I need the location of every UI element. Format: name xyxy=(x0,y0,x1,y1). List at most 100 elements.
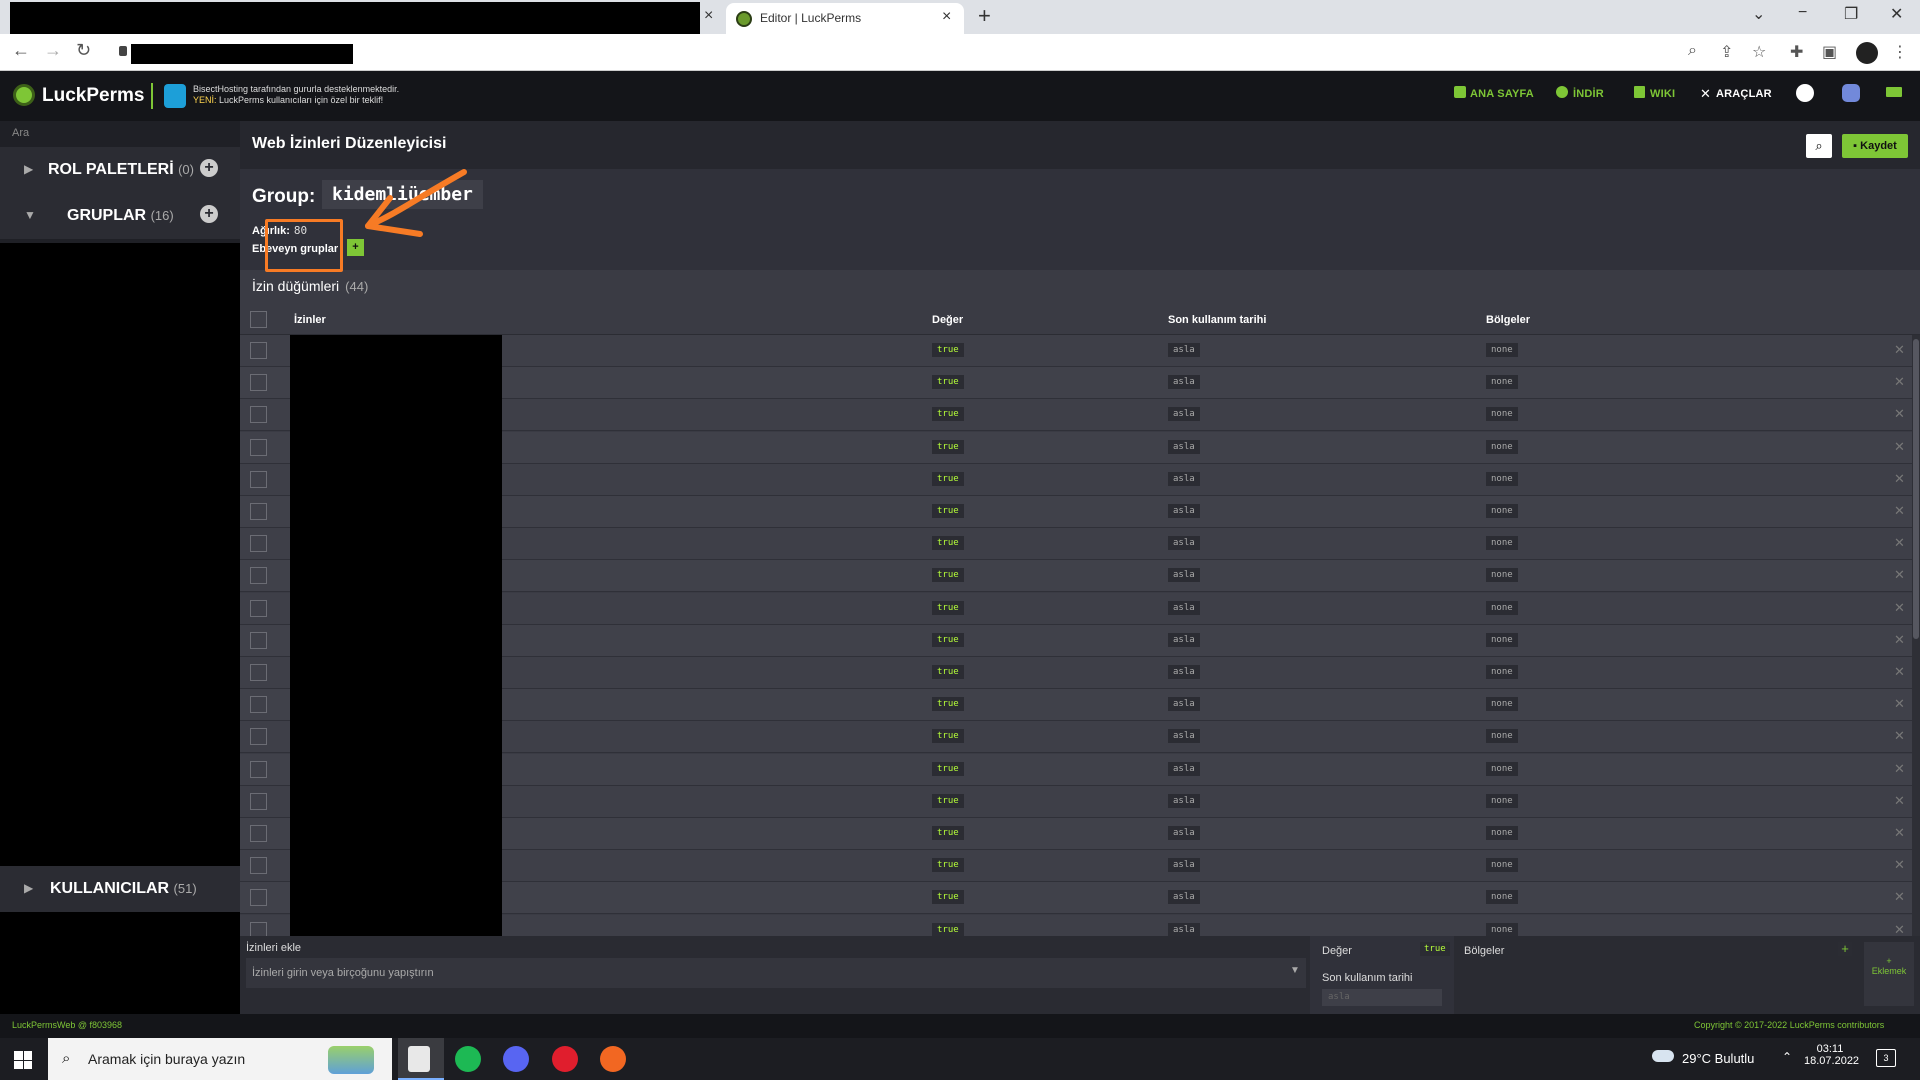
search-button[interactable]: ⌕ xyxy=(1806,134,1832,158)
row-value[interactable]: true xyxy=(932,375,964,390)
chevron-down-icon[interactable]: ▼ xyxy=(1290,965,1300,976)
row-value[interactable]: true xyxy=(932,826,964,840)
row-contexts[interactable]: none xyxy=(1486,568,1518,583)
value-toggle[interactable]: true xyxy=(1420,942,1450,956)
row-contexts[interactable]: none xyxy=(1486,407,1518,422)
row-contexts[interactable]: none xyxy=(1486,375,1518,390)
delete-row-icon[interactable]: ✕ xyxy=(1894,664,1905,680)
row-contexts[interactable]: none xyxy=(1486,793,1518,808)
row-last-used[interactable]: asla xyxy=(1168,665,1200,679)
delete-row-icon[interactable]: ✕ xyxy=(1894,471,1905,487)
row-contexts[interactable]: none xyxy=(1486,922,1518,936)
nav-download[interactable]: İNDİR xyxy=(1573,88,1604,100)
language-icon[interactable] xyxy=(1886,87,1902,97)
row-value[interactable]: true xyxy=(932,793,964,808)
new-tab-button[interactable]: + xyxy=(978,3,991,29)
delete-row-icon[interactable]: ✕ xyxy=(1894,535,1905,551)
row-last-used[interactable]: asla xyxy=(1168,793,1200,808)
add-palette-icon[interactable]: + xyxy=(200,159,218,177)
row-checkbox[interactable] xyxy=(250,760,267,778)
opera-icon[interactable] xyxy=(552,1046,578,1072)
row-value[interactable]: true xyxy=(932,504,964,518)
sidebar-section-users[interactable]: ▶ KULLANICILAR (51) xyxy=(0,866,240,912)
row-contexts[interactable]: none xyxy=(1486,600,1518,615)
row-contexts[interactable]: none xyxy=(1486,890,1518,905)
row-contexts[interactable]: none xyxy=(1486,858,1518,873)
row-checkbox[interactable] xyxy=(250,406,267,424)
menu-icon[interactable]: ⋮ xyxy=(1892,42,1908,62)
row-value[interactable]: true xyxy=(932,632,964,647)
column-contexts[interactable]: Bölgeler xyxy=(1486,314,1530,326)
delete-row-icon[interactable]: ✕ xyxy=(1894,857,1905,873)
discord-icon[interactable] xyxy=(1842,84,1860,102)
taskbar-search[interactable]: ⌕ Aramak için buraya yazın xyxy=(48,1038,392,1080)
discord-app-icon[interactable] xyxy=(503,1046,529,1072)
row-last-used[interactable]: asla xyxy=(1168,890,1200,905)
sidebar-search-input[interactable]: Ara xyxy=(12,127,29,139)
row-checkbox[interactable] xyxy=(250,599,267,617)
back-icon[interactable]: ← xyxy=(12,40,30,61)
spotify-icon[interactable] xyxy=(455,1046,481,1072)
row-contexts[interactable]: none xyxy=(1486,697,1518,712)
row-checkbox[interactable] xyxy=(250,503,267,520)
delete-row-icon[interactable]: ✕ xyxy=(1894,728,1905,744)
row-value[interactable]: true xyxy=(932,439,964,454)
bookmark-star-icon[interactable]: ☆ xyxy=(1752,42,1766,62)
row-last-used[interactable]: asla xyxy=(1168,343,1200,357)
row-value[interactable]: true xyxy=(932,471,964,486)
row-value[interactable]: true xyxy=(932,697,964,712)
row-checkbox[interactable] xyxy=(250,664,267,681)
tray-chevron-icon[interactable]: ⌃ xyxy=(1782,1050,1792,1064)
row-contexts[interactable]: none xyxy=(1486,665,1518,679)
nav-tools[interactable]: ARAÇLAR xyxy=(1716,88,1772,100)
row-contexts[interactable]: none xyxy=(1486,761,1518,776)
row-value[interactable]: true xyxy=(932,729,964,744)
last-used-input[interactable]: asla xyxy=(1322,989,1442,1006)
add-group-icon[interactable]: + xyxy=(200,205,218,223)
row-checkbox[interactable] xyxy=(250,792,267,810)
sidebar-section-groups[interactable]: ▼ GRUPLAR (16) + xyxy=(0,193,240,239)
row-checkbox[interactable] xyxy=(250,567,267,585)
luckperms-logo-icon[interactable] xyxy=(13,84,35,106)
restore-button[interactable]: ❐ xyxy=(1844,4,1858,24)
footer-copyright[interactable]: Copyright © 2017-2022 LuckPerms contribu… xyxy=(1694,1020,1884,1030)
column-permissions[interactable]: İzinler xyxy=(294,314,326,326)
row-value[interactable]: true xyxy=(932,761,964,776)
column-last-used[interactable]: Son kullanım tarihi xyxy=(1168,314,1266,326)
sponsor-offer[interactable]: YENİ: LuckPerms kullanıcıları için özel … xyxy=(193,95,383,105)
delete-row-icon[interactable]: ✕ xyxy=(1894,632,1905,648)
row-checkbox[interactable] xyxy=(250,728,267,746)
row-checkbox[interactable] xyxy=(250,342,267,359)
row-contexts[interactable]: none xyxy=(1486,729,1518,744)
row-checkbox[interactable] xyxy=(250,631,267,649)
delete-row-icon[interactable]: ✕ xyxy=(1894,600,1905,616)
sponsor-text[interactable]: BisectHosting tarafından gururla destekl… xyxy=(193,84,399,94)
row-checkbox[interactable] xyxy=(250,374,267,392)
row-value[interactable]: true xyxy=(932,922,964,936)
row-contexts[interactable]: none xyxy=(1486,826,1518,840)
row-last-used[interactable]: asla xyxy=(1168,407,1200,422)
row-contexts[interactable]: none xyxy=(1486,536,1518,551)
search-highlight-image[interactable] xyxy=(328,1046,374,1074)
row-last-used[interactable]: asla xyxy=(1168,858,1200,873)
windows-start-icon[interactable] xyxy=(14,1051,32,1069)
delete-row-icon[interactable]: ✕ xyxy=(1894,439,1905,455)
taskbar-app-active[interactable] xyxy=(398,1038,444,1080)
delete-row-icon[interactable]: ✕ xyxy=(1894,793,1905,809)
row-last-used[interactable]: asla xyxy=(1168,471,1200,486)
delete-row-icon[interactable]: ✕ xyxy=(1894,825,1905,841)
github-icon[interactable] xyxy=(1796,84,1814,102)
minimize-button[interactable]: − xyxy=(1798,4,1807,22)
profile-avatar[interactable] xyxy=(1856,42,1878,64)
row-last-used[interactable]: asla xyxy=(1168,600,1200,615)
row-contexts[interactable]: none xyxy=(1486,504,1518,518)
delete-row-icon[interactable]: ✕ xyxy=(1894,342,1905,358)
select-all-checkbox[interactable] xyxy=(250,311,267,328)
url-field[interactable] xyxy=(131,44,353,64)
row-checkbox[interactable] xyxy=(250,438,267,456)
permission-input[interactable]: İzinleri girin veya birçoğunu yapıştırın… xyxy=(246,958,1306,988)
delete-row-icon[interactable]: ✕ xyxy=(1894,374,1905,390)
row-last-used[interactable]: asla xyxy=(1168,536,1200,551)
close-window-button[interactable]: ✕ xyxy=(1890,4,1903,24)
row-checkbox[interactable] xyxy=(250,921,267,936)
